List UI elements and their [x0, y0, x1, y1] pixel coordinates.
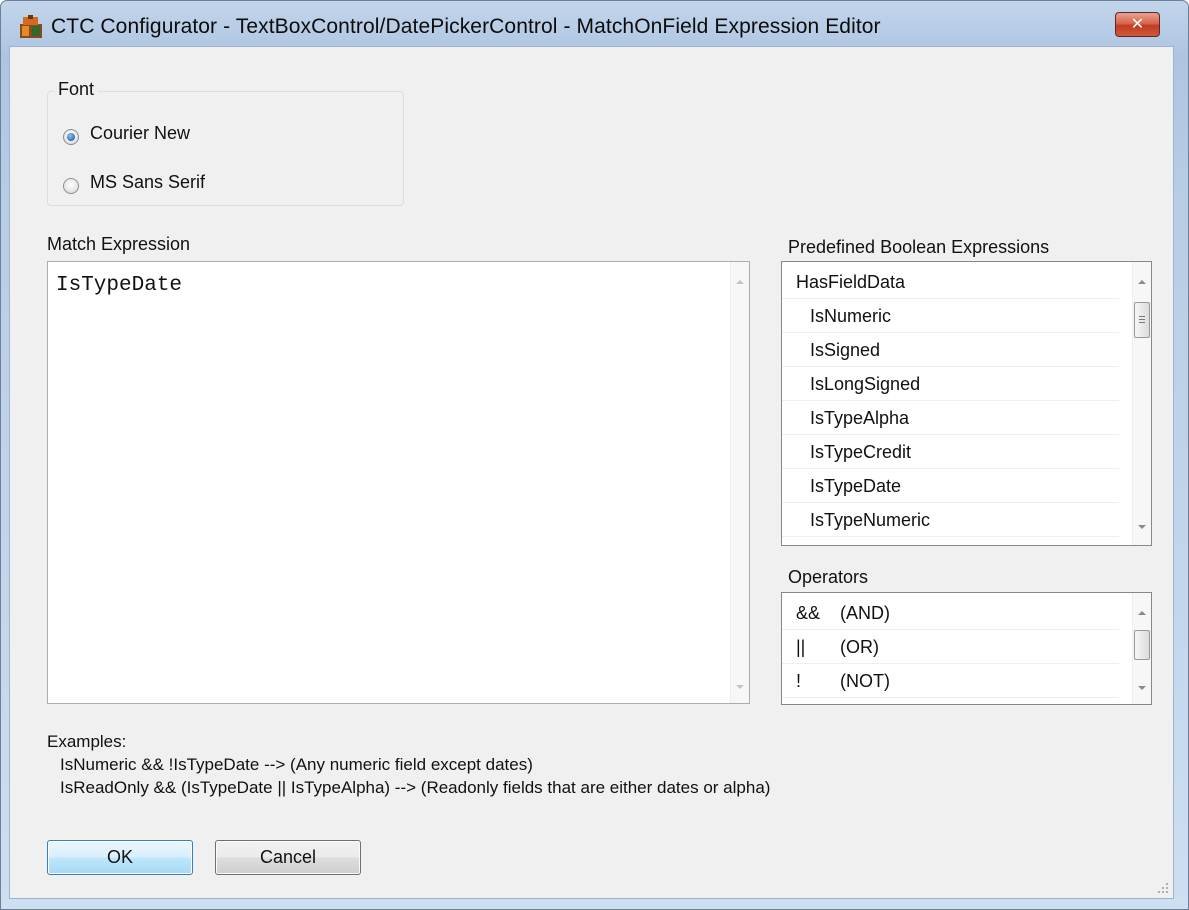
- match-expression-label: Match Expression: [47, 234, 191, 254]
- grip-icon: [1139, 319, 1145, 320]
- list-item[interactable]: || (OR): [782, 630, 1119, 664]
- scroll-down-icon[interactable]: [736, 685, 744, 689]
- close-icon: ✕: [1130, 14, 1145, 33]
- operators-label: Operators: [788, 567, 869, 587]
- list-item[interactable]: IsNumeric: [782, 299, 1119, 333]
- list-item[interactable]: ! (NOT): [782, 664, 1119, 698]
- predefined-list-scrollbar[interactable]: [1132, 262, 1151, 545]
- examples-heading: Examples:: [47, 732, 127, 751]
- example-line: IsNumeric && !IsTypeDate --> (Any numeri…: [60, 755, 533, 774]
- list-item[interactable]: && (AND): [782, 596, 1119, 630]
- scroll-down-icon[interactable]: [1138, 686, 1146, 690]
- list-item[interactable]: IsTypeNumeric: [782, 503, 1119, 537]
- ctc-app-icon: [20, 15, 42, 38]
- radio-ms-sans-serif-label[interactable]: MS Sans Serif: [90, 172, 205, 193]
- match-expression-input[interactable]: IsTypeDate: [47, 261, 750, 704]
- resize-grip-icon[interactable]: [1157, 882, 1169, 894]
- title-bar[interactable]: CTC Configurator - TextBoxControl/DatePi…: [1, 1, 1188, 38]
- operators-list[interactable]: && (AND) || (OR) ! (NOT): [781, 592, 1152, 705]
- operator-name: (AND): [840, 603, 890, 623]
- predefined-expressions-label: Predefined Boolean Expressions: [788, 237, 1050, 257]
- operators-list-scrollbar[interactable]: [1132, 593, 1151, 704]
- operator-name: (NOT): [840, 671, 890, 691]
- scroll-up-icon[interactable]: [736, 280, 744, 284]
- predefined-expressions-list[interactable]: HasFieldData IsNumeric IsSigned IsLongSi…: [781, 261, 1152, 546]
- list-item[interactable]: IsLongSigned: [782, 367, 1119, 401]
- list-item[interactable]: IsTypeAlpha: [782, 401, 1119, 435]
- grip-icon: [1139, 322, 1145, 323]
- scroll-up-icon[interactable]: [1138, 280, 1146, 284]
- operator-symbol: ||: [796, 637, 806, 657]
- ok-button[interactable]: OK: [47, 840, 193, 875]
- match-expression-scrollbar[interactable]: [730, 262, 749, 703]
- dialog-client-area: Font Courier New MS Sans Serif Match Exp…: [9, 46, 1174, 899]
- dialog-window: CTC Configurator - TextBoxControl/DatePi…: [0, 0, 1189, 910]
- match-expression-value[interactable]: IsTypeDate: [56, 274, 182, 297]
- example-line: IsReadOnly && (IsTypeDate || IsTypeAlpha…: [60, 778, 771, 797]
- cancel-button[interactable]: Cancel: [215, 840, 361, 875]
- list-item[interactable]: IsTypeDate: [782, 469, 1119, 503]
- operator-symbol: &&: [796, 603, 821, 623]
- operator-symbol: !: [796, 671, 802, 691]
- list-item[interactable]: HasFieldData: [782, 265, 1119, 299]
- radio-courier-new-label[interactable]: Courier New: [90, 123, 190, 144]
- close-button[interactable]: ✕: [1115, 12, 1160, 37]
- list-item[interactable]: IsSigned: [782, 333, 1119, 367]
- operator-name: (OR): [840, 637, 879, 657]
- radio-ms-sans-serif[interactable]: [63, 178, 79, 194]
- scroll-up-icon[interactable]: [1138, 611, 1146, 615]
- window-title: CTC Configurator - TextBoxControl/DatePi…: [51, 15, 881, 38]
- list-item[interactable]: IsTypeCredit: [782, 435, 1119, 469]
- scrollbar-thumb[interactable]: [1134, 630, 1150, 660]
- radio-courier-new[interactable]: [63, 129, 79, 145]
- font-group-label: Font: [54, 79, 99, 100]
- grip-icon: [1139, 316, 1145, 317]
- scroll-down-icon[interactable]: [1138, 525, 1146, 529]
- scrollbar-thumb[interactable]: [1134, 302, 1150, 338]
